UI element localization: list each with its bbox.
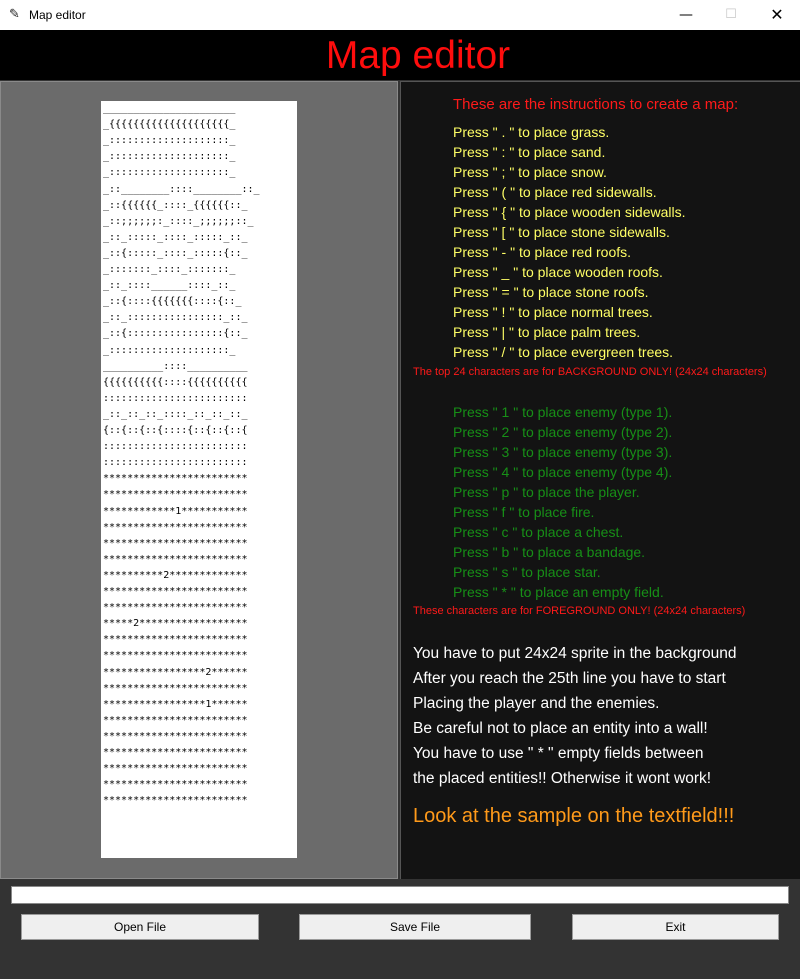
map-line: _:::::::_::::_:::::::_ (103, 264, 236, 275)
sample-note: Look at the sample on the textfield!!! (413, 805, 735, 827)
app-header: Map editor (0, 30, 800, 80)
map-line: ************************ (103, 553, 248, 565)
map-line: ************************ (103, 779, 248, 791)
map-line: _::::::::::::::::::::_ (103, 151, 236, 163)
instruction-line: Press " / " to place evergreen trees. (453, 344, 674, 360)
map-line: _::{::::{{{{{{{::::{::_ (103, 296, 242, 308)
instruction-line: Press " c " to place a chest. (453, 524, 624, 540)
instruction-line: Press " _ " to place wooden roofs. (453, 264, 663, 280)
instruction-line: Press " 4 " to place enemy (type 4). (453, 464, 673, 480)
instruction-line: Press " s " to place star. (453, 564, 601, 580)
map-line: _::::::::::::::::::::_ (103, 135, 236, 147)
map-line: _::_:::::_::::_:::::_::_ (103, 231, 248, 243)
map-line: ************************ (103, 795, 248, 807)
instruction-line: Press " { " to place wooden sidewalls. (453, 204, 686, 220)
instruction-line: Press " = " to place stone roofs. (453, 284, 649, 300)
instruction-line: Press " [ " to place stone sidewalls. (453, 224, 670, 240)
feather-icon: ✎ (9, 7, 20, 22)
background-warning: The top 24 characters are for BACKGROUND… (413, 366, 767, 378)
map-line: *****************2****** (103, 666, 248, 678)
map-line: ************************ (103, 473, 248, 485)
map-line: ************************ (103, 634, 248, 646)
note-line: Placing the player and the enemies. (413, 695, 660, 712)
map-line: ************************ (103, 714, 248, 726)
note-line: You have to put 24x24 sprite in the back… (413, 645, 737, 662)
map-line: _::{{{{{{_::::_{{{{{{::_ (103, 199, 248, 211)
map-line: ************************ (103, 489, 248, 501)
map-line: ************************ (103, 521, 248, 533)
map-textfield[interactable]: ______________________ _{{{{{{{{{{{{{{{{{… (101, 101, 297, 858)
map-line: _::_::::______::::_::_ (103, 280, 236, 292)
instruction-line: Press " . " to place grass. (453, 124, 610, 140)
instruction-line: Press " b " to place a bandage. (453, 544, 646, 560)
app-title: Map editor (325, 34, 511, 77)
map-line: ************************ (103, 650, 248, 662)
map-line: :::::::::::::::::::::::: (103, 457, 248, 469)
map-line: ************************ (103, 537, 248, 549)
save-file-button[interactable]: Save File (299, 914, 531, 940)
window-title: Map editor (29, 8, 86, 22)
minimize-button[interactable]: — (663, 0, 709, 30)
instruction-line: Press " 2 " to place enemy (type 2). (453, 424, 673, 440)
map-line: ************************ (103, 682, 248, 694)
instruction-line: Press " * " to place an empty field. (453, 584, 664, 600)
map-line: :::::::::::::::::::::::: (103, 441, 248, 453)
instruction-line: Press " 1 " to place enemy (type 1). (453, 404, 673, 420)
instruction-line: Press " : " to place sand. (453, 144, 606, 160)
map-line: _::::::::::::::::::::_ (103, 167, 236, 179)
map-line: _::_::::::::::::::::_::_ (103, 312, 248, 324)
map-line: *****************1****** (103, 698, 248, 710)
instruction-line: Press " | " to place palm trees. (453, 324, 641, 340)
map-line: **********2************* (103, 569, 248, 581)
window-titlebar: ✎ Map editor — ☐ ✕ (0, 0, 800, 30)
instruction-line: Press " - " to place red roofs. (453, 244, 632, 260)
maximize-button[interactable]: ☐ (708, 0, 754, 30)
instruction-line: Press " 3 " to place enemy (type 3). (453, 444, 673, 460)
note-line: Be careful not to place an entity into a… (413, 720, 708, 737)
map-line: :::::::::::::::::::::::: (103, 392, 248, 404)
map-line: ______________________ (103, 103, 236, 114)
map-line: ************************ (103, 763, 248, 775)
map-line: *****2****************** (103, 618, 248, 630)
map-line: ************************ (103, 602, 248, 614)
map-line: _::{::::::::::::::::{::_ (103, 328, 248, 340)
note-line: After you reach the 25th line you have t… (413, 670, 726, 687)
map-line: ************************ (103, 586, 248, 597)
map-line: _::;;;;;;:_::::_;;;;;;::_ (103, 215, 254, 227)
open-file-button[interactable]: Open File (21, 914, 259, 940)
map-line: ************1*********** (103, 505, 248, 517)
instruction-line: Press " ; " to place snow. (453, 164, 607, 180)
map-line: _::{:::::_::::_:::::{::_ (103, 247, 248, 259)
map-line: _{{{{{{{{{{{{{{{{{{{{_ (103, 119, 236, 131)
map-line: ************************ (103, 730, 248, 742)
map-line: _::::::::::::::::::::_ (103, 344, 236, 356)
close-button[interactable]: ✕ (754, 0, 800, 30)
map-line: {::{::{::{::::{::{::{::{ (103, 425, 248, 436)
instruction-line: Press " p " to place the player. (453, 484, 640, 500)
note-line: You have to use " * " empty fields betwe… (413, 745, 704, 762)
instruction-line: Press " ( " to place red sidewalls. (453, 184, 657, 200)
instruction-line: Press " f " to place fire. (453, 504, 595, 520)
foreground-warning: These characters are for FOREGROUND ONLY… (413, 605, 746, 617)
map-line: __________::::__________ (103, 360, 248, 372)
filename-input[interactable] (11, 886, 789, 904)
instructions-intro: These are the instructions to create a m… (453, 96, 739, 113)
map-line: _::________::::________::_ (103, 183, 260, 195)
map-line: ************************ (103, 747, 248, 758)
map-line: {{{{{{{{{{::::{{{{{{{{{{ (103, 376, 248, 388)
instruction-line: Press " ! " to place normal trees. (453, 304, 653, 320)
note-line: the placed entities!! Otherwise it wont … (413, 770, 712, 787)
exit-button[interactable]: Exit (572, 914, 779, 940)
map-line: _::_::_::_::::_::_::_::_ (103, 408, 248, 420)
